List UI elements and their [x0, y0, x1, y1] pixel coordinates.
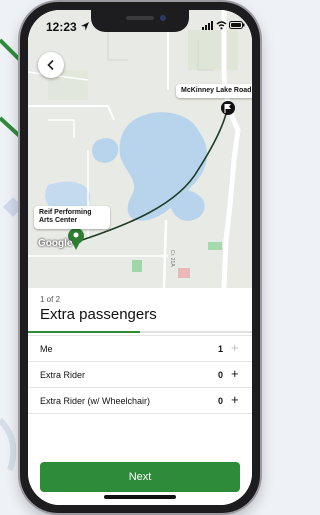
passenger-row-wheelchair: Extra Rider (w/ Wheelchair) 0 + — [28, 387, 252, 414]
passenger-sheet: 1 of 2 Extra passengers Me 1 + Extra Rid… — [28, 288, 252, 505]
passenger-row-extra-rider: Extra Rider 0 + — [28, 361, 252, 388]
phone-frame: Cr. 21A McKinney Lake Road Reif Performi… — [20, 2, 260, 513]
increment-button[interactable]: + — [231, 393, 239, 406]
row-divider — [28, 413, 252, 414]
progress-fill — [28, 331, 140, 333]
chevron-left-icon — [47, 59, 54, 71]
row-count: 0 — [218, 396, 224, 406]
destination-label: McKinney Lake Road — [176, 84, 252, 99]
phone-screen: Cr. 21A McKinney Lake Road Reif Performi… — [28, 10, 252, 505]
back-button[interactable] — [38, 52, 64, 78]
increment-button[interactable]: + — [231, 341, 239, 354]
step-indicator: 1 of 2 — [40, 295, 61, 304]
status-bar: 12:23 — [28, 10, 252, 38]
row-label: Extra Rider — [40, 370, 86, 380]
battery-icon — [229, 21, 245, 29]
progress-bar — [28, 331, 252, 333]
row-count: 0 — [218, 370, 224, 380]
home-indicator[interactable] — [104, 495, 176, 499]
row-label: Me — [40, 344, 53, 354]
route-map[interactable]: Cr. 21A McKinney Lake Road Reif Performi… — [28, 10, 252, 289]
destination-flag-icon[interactable] — [221, 101, 235, 115]
status-time: 12:23 — [46, 20, 77, 34]
next-button[interactable]: Next — [40, 462, 240, 492]
passenger-row-me: Me 1 + — [28, 335, 252, 362]
increment-button[interactable]: + — [231, 367, 239, 380]
road-label: Cr. 21A — [169, 250, 175, 267]
location-arrow-icon — [81, 22, 89, 31]
google-attribution: Google — [38, 238, 73, 249]
wifi-icon — [216, 21, 227, 30]
row-count: 1 — [218, 344, 224, 354]
sheet-title: Extra passengers — [40, 306, 157, 323]
origin-label: Reif Performing Arts Center — [34, 206, 110, 229]
signal-icon — [202, 21, 213, 30]
row-label: Extra Rider (w/ Wheelchair) — [40, 396, 151, 406]
